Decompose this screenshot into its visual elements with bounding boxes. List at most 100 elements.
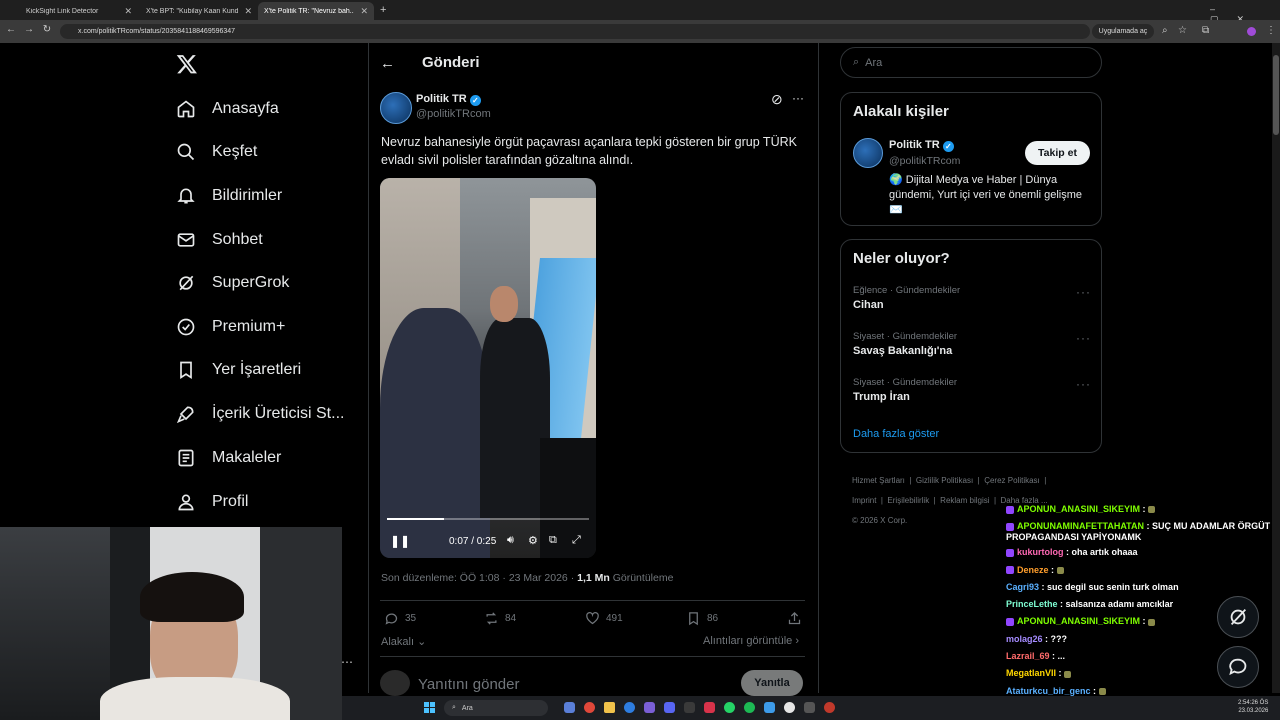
pip-icon[interactable]: ⧉ xyxy=(549,534,557,547)
chat-username[interactable]: Cagri93 xyxy=(1006,582,1039,592)
footer-link[interactable]: Erişilebilirlik xyxy=(887,496,929,505)
chat-username[interactable]: Deneze xyxy=(1017,565,1049,575)
search-input[interactable]: ⌕ Ara xyxy=(840,47,1102,78)
sidebar-item-chat[interactable]: Sohbet xyxy=(176,222,263,258)
messages-button[interactable] xyxy=(1217,646,1259,688)
author-avatar[interactable] xyxy=(380,92,412,124)
trend-item[interactable]: Eğlence · Gündemdekiler Cihan ··· xyxy=(853,285,1091,311)
share-button[interactable] xyxy=(787,611,802,626)
relevant-sort-dropdown[interactable]: Alakalı ⌄ xyxy=(381,635,426,648)
grok-button[interactable] xyxy=(1217,596,1259,638)
video-player[interactable]: ❚❚ 0:07 / 0:25 🔊︎ ⚙ ⧉ ⤢ xyxy=(380,178,596,558)
forward-icon[interactable]: → xyxy=(22,24,36,35)
person-handle[interactable]: @politikTRcom xyxy=(889,155,960,167)
app-icon[interactable] xyxy=(824,702,835,713)
chat-username[interactable]: PrinceLethe xyxy=(1006,599,1058,609)
close-tab-icon[interactable]: ✕ xyxy=(244,6,252,17)
video-progress-track[interactable] xyxy=(387,518,589,520)
app-icon[interactable] xyxy=(764,702,775,713)
avatar[interactable] xyxy=(1247,27,1256,36)
app-icon[interactable] xyxy=(644,702,655,713)
chat-username[interactable]: molag26 xyxy=(1006,634,1043,644)
chat-username[interactable]: Ataturkcu_bir_genc xyxy=(1006,686,1091,696)
footer-link[interactable]: Hizmet Şartları xyxy=(852,476,905,485)
trend-item[interactable]: Siyaset · Gündemdekiler Savaş Bakanlığı'… xyxy=(853,331,1091,357)
person-name[interactable]: Politik TR ✓ xyxy=(889,139,954,152)
open-in-app-button[interactable]: Uygulamada aç xyxy=(1092,24,1154,39)
footer-link[interactable]: Reklam bilgisi xyxy=(940,496,989,505)
author-handle[interactable]: @politikTRcom xyxy=(416,108,491,120)
person-avatar[interactable] xyxy=(853,138,883,168)
taskbar-search[interactable]: ⌕ Ara xyxy=(444,700,548,716)
sidebar-item-supergrok[interactable]: SuperGrok xyxy=(176,265,289,301)
chat-username[interactable]: kukurtolog xyxy=(1017,547,1064,557)
footer-link[interactable]: Gizlilik Politikası xyxy=(916,476,973,485)
spotify-icon[interactable] xyxy=(744,702,755,713)
pause-icon[interactable]: ❚❚ xyxy=(390,534,410,548)
chat-username[interactable]: MegatlanVII xyxy=(1006,668,1056,678)
volume-icon[interactable]: 🔊︎ xyxy=(507,534,514,547)
more-options-icon[interactable]: ··· xyxy=(1076,285,1091,299)
show-more-link[interactable]: Daha fazla göster xyxy=(853,428,939,440)
more-options-icon[interactable]: ··· xyxy=(1076,331,1091,345)
chat-username[interactable]: APONUNAMINAFETTAHATAN xyxy=(1017,521,1144,531)
url-input[interactable]: x.com/politikTRcom/status/20358411884695… xyxy=(60,24,1090,39)
sidebar-item-bookmarks[interactable]: Yer İşaretleri xyxy=(176,352,301,388)
folder-icon[interactable] xyxy=(604,702,615,713)
grok-icon[interactable]: ⊘ xyxy=(771,91,783,108)
menu-icon[interactable]: ⋮ xyxy=(1266,25,1276,36)
zoom-icon[interactable]: ⌕ xyxy=(1162,25,1168,36)
fullscreen-icon[interactable]: ⤢ xyxy=(572,534,581,547)
sidebar-item-articles[interactable]: Makaleler xyxy=(176,440,281,476)
view-quotes-link[interactable]: Alıntıları görüntüle › xyxy=(703,635,799,647)
back-icon[interactable]: ← xyxy=(4,24,18,35)
app-icon[interactable] xyxy=(564,702,575,713)
chat-username[interactable]: Lazrail_69 xyxy=(1006,651,1050,661)
taskbar-clock[interactable]: 2:54:26 ÖS 23.03.2026 xyxy=(1238,699,1268,715)
more-icon[interactable]: ⋯ xyxy=(341,655,353,669)
footer-link[interactable]: Çerez Politikası xyxy=(984,476,1040,485)
sidebar-item-home[interactable]: Anasayfa xyxy=(176,91,279,127)
sidebar-item-premium[interactable]: Premium+ xyxy=(176,309,285,345)
more-options-icon[interactable]: ··· xyxy=(792,91,804,105)
app-icon[interactable] xyxy=(684,702,695,713)
windows-start-icon[interactable] xyxy=(424,702,436,714)
post-timestamp: Son düzenleme: ÖÖ 1:08 · 23 Mar 2026 · xyxy=(381,572,578,584)
new-tab-icon[interactable]: + xyxy=(380,4,386,16)
app-icon[interactable] xyxy=(784,702,795,713)
close-tab-icon[interactable]: ✕ xyxy=(124,6,132,17)
chat-username[interactable]: APONUN_ANASINI_SIKEYIM xyxy=(1017,616,1140,626)
trend-item[interactable]: Siyaset · Gündemdekiler Trump İran ··· xyxy=(853,377,1091,403)
back-arrow-icon[interactable]: ← xyxy=(380,55,395,72)
browser-tab-active[interactable]: X'te Politik TR: "Nevruz bah..." ✕ xyxy=(258,2,374,20)
sidebar-item-notifications[interactable]: Bildirimler xyxy=(176,178,282,214)
discord-icon[interactable] xyxy=(664,702,675,713)
repost-button[interactable]: 84 xyxy=(484,611,516,626)
extensions-icon[interactable]: ⧉ xyxy=(1202,25,1209,36)
edge-icon[interactable] xyxy=(624,702,635,713)
chat-username[interactable]: APONUN_ANASINI_SIKEYIM xyxy=(1017,504,1140,514)
like-button[interactable]: 491 xyxy=(585,611,623,626)
settings-icon[interactable]: ⚙ xyxy=(528,534,538,547)
chrome-icon[interactable] xyxy=(584,702,595,713)
reply-button[interactable]: 35 xyxy=(384,611,416,626)
sidebar-item-profile[interactable]: Profil xyxy=(176,484,248,520)
star-icon[interactable]: ☆ xyxy=(1178,25,1187,36)
sidebar-item-explore[interactable]: Keşfet xyxy=(176,134,257,170)
author-name[interactable]: Politik TR ✓ xyxy=(416,93,481,106)
sidebar-item-creator-studio[interactable]: İçerik Üreticisi St... xyxy=(176,396,344,432)
x-logo-icon[interactable] xyxy=(176,53,198,75)
app-icon[interactable] xyxy=(704,702,715,713)
reply-submit-button[interactable]: Yanıtla xyxy=(741,670,803,696)
browser-tab[interactable]: KickSight Link Detector ✕ xyxy=(20,2,138,20)
whatsapp-icon[interactable] xyxy=(724,702,735,713)
follow-button[interactable]: Takip et xyxy=(1025,141,1090,165)
reload-icon[interactable]: ↻ xyxy=(40,24,54,35)
footer-link[interactable]: Imprint xyxy=(852,496,876,505)
browser-tab[interactable]: X'te BPT: "Kubilay Kaan Kundak..." ✕ xyxy=(140,2,258,20)
more-options-icon[interactable]: ··· xyxy=(1076,377,1091,391)
reply-input[interactable]: Yanıtını gönder xyxy=(418,676,519,693)
app-icon[interactable] xyxy=(804,702,815,713)
bookmark-button[interactable]: 86 xyxy=(686,611,718,626)
close-tab-icon[interactable]: ✕ xyxy=(360,6,368,17)
